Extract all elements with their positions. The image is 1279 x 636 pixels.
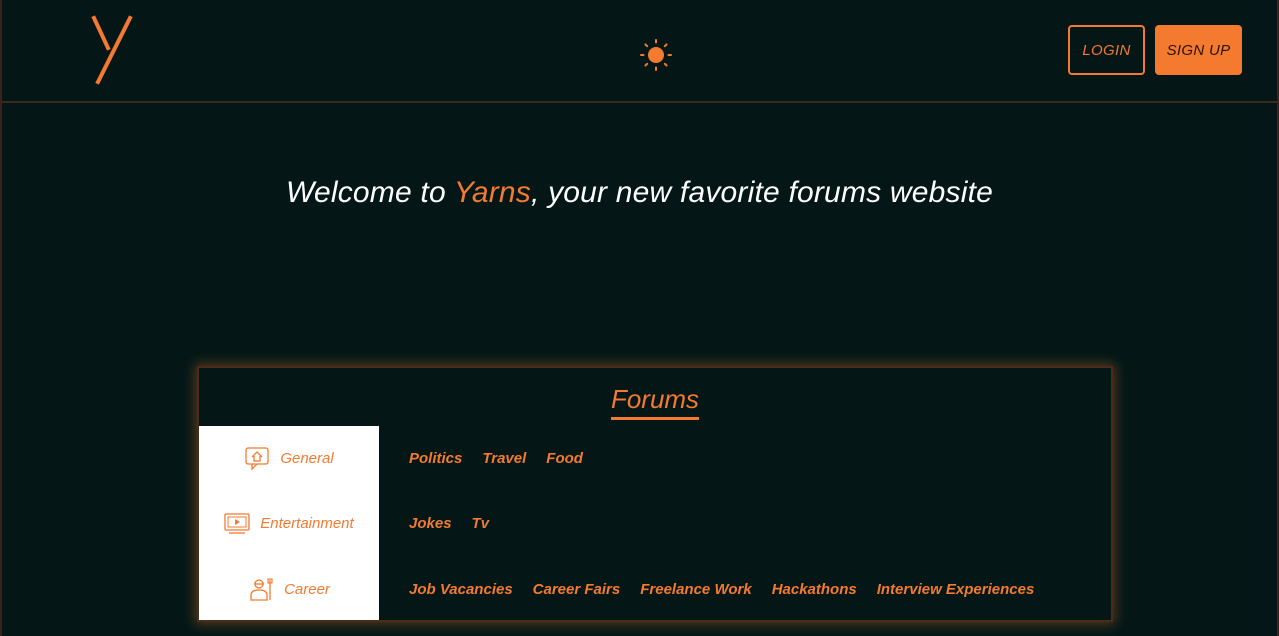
sun-icon[interactable] <box>639 38 673 72</box>
category-label-general: General <box>280 449 334 467</box>
topics-career: Job Vacancies Career Fairs Freelance Wor… <box>409 577 1034 601</box>
category-entertainment[interactable]: Entertainment <box>199 503 379 543</box>
category-sidebar: General Entertainment Career <box>199 426 379 620</box>
topic-career-fairs[interactable]: Career Fairs <box>533 581 621 598</box>
welcome-heading: Welcome to Yarns, your new favorite foru… <box>2 176 1277 210</box>
topic-food[interactable]: Food <box>546 450 583 467</box>
category-label-entertainment: Entertainment <box>260 514 354 532</box>
yarns-y-logo-icon[interactable] <box>88 14 136 86</box>
topic-hackathons[interactable]: Hackathons <box>772 581 857 598</box>
worker-icon <box>250 578 273 601</box>
topic-tv[interactable]: Tv <box>472 515 490 532</box>
forums-title-text: Forums <box>610 384 700 420</box>
category-general[interactable]: General <box>199 438 379 478</box>
signup-button[interactable]: SIGN UP <box>1155 25 1242 75</box>
category-career[interactable]: Career <box>199 569 379 609</box>
welcome-prefix: Welcome to <box>286 176 454 209</box>
forums-card: Forums General Entertainment Career Poli… <box>197 366 1113 622</box>
topics-entertainment: Jokes Tv <box>409 511 489 535</box>
tv-icon <box>224 513 250 534</box>
welcome-suffix: , your new favorite forums website <box>531 176 993 209</box>
home-chat-icon <box>245 447 269 471</box>
topic-job-vacancies[interactable]: Job Vacancies <box>409 581 513 598</box>
login-button[interactable]: LOGIN <box>1068 25 1145 75</box>
topic-interview-experiences[interactable]: Interview Experiences <box>877 581 1035 598</box>
topic-freelance-work[interactable]: Freelance Work <box>640 581 751 598</box>
brand-name: Yarns <box>453 176 531 209</box>
topic-travel[interactable]: Travel <box>482 450 526 467</box>
topics-general: Politics Travel Food <box>409 446 583 470</box>
topic-jokes[interactable]: Jokes <box>409 515 452 532</box>
header: LOGIN SIGN UP <box>2 0 1277 103</box>
forums-title: Forums <box>199 384 1111 420</box>
topic-politics[interactable]: Politics <box>409 450 462 467</box>
category-label-career: Career <box>284 580 330 598</box>
